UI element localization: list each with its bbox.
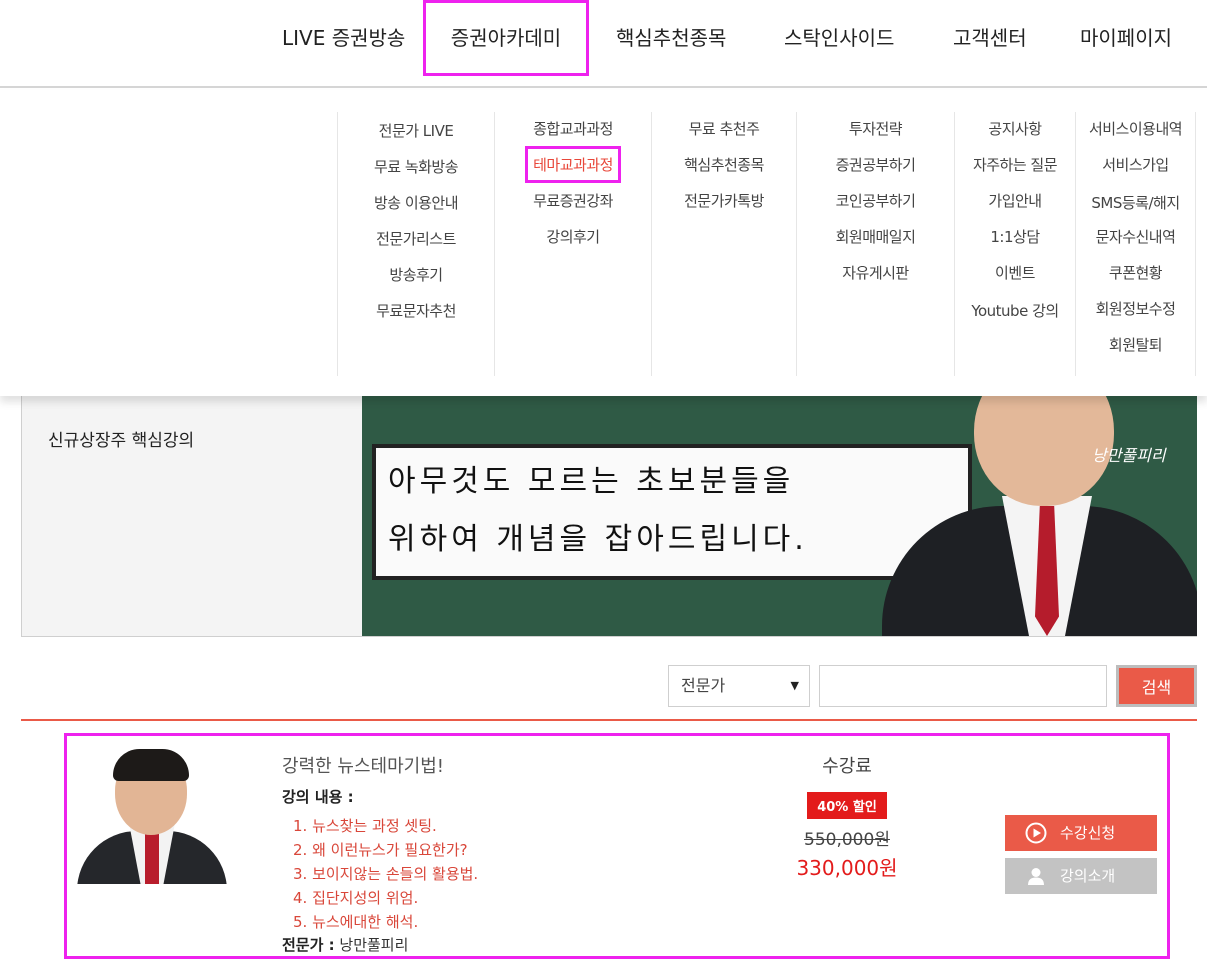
menu-link-strategy[interactable]: 투자전략 <box>797 118 954 139</box>
price-label: 수강료 <box>822 756 872 777</box>
menu-column-live: 전문가 LIVE 무료 녹화방송 방송 이용안내 전문가리스트 방송후기 무료문… <box>337 112 494 376</box>
menu-link-lecture-reviews[interactable]: 강의후기 <box>495 226 651 247</box>
menu-link-coupons[interactable]: 쿠폰현황 <box>1076 262 1195 283</box>
expert-photo <box>77 749 227 884</box>
banner-sidebar: 신규상장주 핵심강의 <box>22 396 362 636</box>
nav-customer-center[interactable]: 고객센터 <box>953 0 1027 76</box>
course-title[interactable]: 강력한 뉴스테마기법! <box>282 752 444 778</box>
list-item: 1. 뉴스찾는 과정 셋팅. <box>293 817 437 835</box>
menu-link-youtube[interactable]: Youtube 강의 <box>955 300 1075 321</box>
photo-hair <box>113 749 189 781</box>
search-category-value: 전문가 <box>681 676 726 695</box>
nav-securities-academy[interactable]: 증권아카데미 <box>423 0 589 76</box>
menu-link-trade-journal[interactable]: 회원매매일지 <box>797 226 954 247</box>
menu-link-expert-kakao[interactable]: 전문가카톡방 <box>652 190 796 211</box>
menu-link-notice[interactable]: 공지사항 <box>955 118 1075 139</box>
search-category-select[interactable]: 전문가 ▼ <box>668 665 810 707</box>
menu-link-withdraw[interactable]: 회원탈퇴 <box>1076 334 1195 355</box>
user-icon <box>1028 868 1044 885</box>
menu-link-service-history[interactable]: 서비스이용내역 <box>1076 118 1195 139</box>
play-icon <box>1025 822 1047 844</box>
menu-link-inquiry[interactable]: 1:1상담 <box>955 226 1075 247</box>
expert-name: 낭만풀피리 <box>339 936 409 954</box>
banner-side-title: 신규상장주 핵심강의 <box>48 431 195 451</box>
menu-link-free-board[interactable]: 자유게시판 <box>797 262 954 283</box>
menu-column-mypage: 서비스이용내역 서비스가입 SMS등록/해지 문자수신내역 쿠폰현황 회원정보수… <box>1075 112 1196 376</box>
nav-my-page[interactable]: 마이페이지 <box>1080 0 1172 76</box>
menu-link-edit-profile[interactable]: 회원정보수정 <box>1076 298 1195 319</box>
menu-link-free-lecture[interactable]: 무료증권강좌 <box>495 190 651 211</box>
sale-price: 330,000원 <box>796 856 898 880</box>
board-text-line-1: 아무것도 모르는 초보분들을 <box>388 464 795 499</box>
menu-link-broadcast-guide[interactable]: 방송 이용안내 <box>338 192 494 213</box>
search-button[interactable]: 검색 <box>1116 665 1197 707</box>
apply-course-label: 수강신청 <box>1060 824 1116 842</box>
board-signature: 낭만풀피리 <box>1092 446 1166 465</box>
course-expert: 전문가 : 낭만풀피리 <box>282 934 408 955</box>
nav-stock-inside[interactable]: 스탁인사이드 <box>784 0 894 76</box>
expert-label: 전문가 : <box>282 936 335 954</box>
menu-link-stock-study[interactable]: 증권공부하기 <box>797 154 954 175</box>
apply-course-button[interactable]: 수강신청 <box>1005 815 1157 851</box>
menu-link-service-join[interactable]: 서비스가입 <box>1076 154 1195 175</box>
menu-link-free-sms[interactable]: 무료문자추천 <box>338 300 494 321</box>
menu-link-core-stocks[interactable]: 핵심추천종목 <box>652 154 796 175</box>
board-paper: 아무것도 모르는 초보분들을 위하여 개념을 잡아드립니다. <box>372 444 972 580</box>
menu-link-expert-live[interactable]: 전문가 LIVE <box>338 120 494 141</box>
photo-tie <box>145 829 159 884</box>
menu-column-support: 공지사항 자주하는 질문 가입안내 1:1상담 이벤트 Youtube 강의 <box>954 112 1075 376</box>
menu-link-general-course[interactable]: 종합교과과정 <box>495 118 651 139</box>
menu-link-coin-study[interactable]: 코인공부하기 <box>797 190 954 211</box>
list-item: 4. 집단지성의 위엄. <box>293 889 419 907</box>
menu-link-sms-register[interactable]: SMS등록/해지 <box>1076 192 1195 213</box>
nav-core-recommended-stocks[interactable]: 핵심추천종목 <box>616 0 726 76</box>
course-card: 강력한 뉴스테마기법! 강의 내용 : 1. 뉴스찾는 과정 셋팅. 2. 왜 … <box>64 733 1170 959</box>
original-price: 550,000원 <box>804 830 890 850</box>
menu-link-theme-course[interactable]: 테마교과과정 <box>495 146 651 183</box>
chevron-down-icon: ▼ <box>790 679 799 692</box>
course-content-list: 1. 뉴스찾는 과정 셋팅. 2. 왜 이런뉴스가 필요한가? 3. 보이지않는… <box>293 814 478 934</box>
search-input[interactable] <box>819 665 1107 707</box>
nav-live-broadcast[interactable]: LIVE 증권방송 <box>282 0 405 76</box>
course-intro-button[interactable]: 강의소개 <box>1005 858 1157 894</box>
chalkboard-image: 아무것도 모르는 초보분들을 위하여 개념을 잡아드립니다. 낭만풀피리 <box>362 396 1197 636</box>
menu-link-sms-inbox[interactable]: 문자수신내역 <box>1076 226 1195 247</box>
list-item: 2. 왜 이런뉴스가 필요한가? <box>293 841 468 859</box>
discount-badge: 40% 할인 <box>807 792 887 819</box>
list-item: 5. 뉴스에대한 해석. <box>293 913 419 931</box>
section-divider <box>21 719 1197 721</box>
search-bar: 전문가 ▼ 검색 <box>0 660 1207 710</box>
menu-link-event[interactable]: 이벤트 <box>955 262 1075 283</box>
menu-link-faq[interactable]: 자주하는 질문 <box>955 154 1075 175</box>
menu-link-broadcast-reviews[interactable]: 방송후기 <box>338 264 494 285</box>
top-navigation: LIVE 증권방송 증권아카데미 핵심추천종목 스탁인사이드 고객센터 마이페이… <box>0 0 1207 88</box>
menu-link-theme-course-label: 테마교과과정 <box>525 146 621 183</box>
course-content-label: 강의 내용 : <box>282 788 354 806</box>
menu-link-free-picks[interactable]: 무료 추천주 <box>652 118 796 139</box>
menu-column-academy: 종합교과과정 테마교과과정 무료증권강좌 강의후기 <box>494 112 651 376</box>
menu-link-free-recorded[interactable]: 무료 녹화방송 <box>338 156 494 177</box>
course-intro-label: 강의소개 <box>1060 867 1116 885</box>
menu-link-expert-list[interactable]: 전문가리스트 <box>338 228 494 249</box>
menu-column-recommend: 무료 추천주 핵심추천종목 전문가카톡방 <box>651 112 796 376</box>
board-text-line-2: 위하여 개념을 잡아드립니다. <box>388 522 808 557</box>
price-box: 수강료 40% 할인 550,000원 330,000원 <box>767 752 927 881</box>
list-item: 3. 보이지않는 손들의 활용법. <box>293 865 479 883</box>
menu-link-join-guide[interactable]: 가입안내 <box>955 190 1075 211</box>
course-banner: 신규상장주 핵심강의 아무것도 모르는 초보분들을 위하여 개념을 잡아드립니다… <box>21 396 1197 637</box>
mega-dropdown-menu: 전문가 LIVE 무료 녹화방송 방송 이용안내 전문가리스트 방송후기 무료문… <box>0 90 1207 396</box>
menu-column-inside: 투자전략 증권공부하기 코인공부하기 회원매매일지 자유게시판 <box>796 112 954 376</box>
